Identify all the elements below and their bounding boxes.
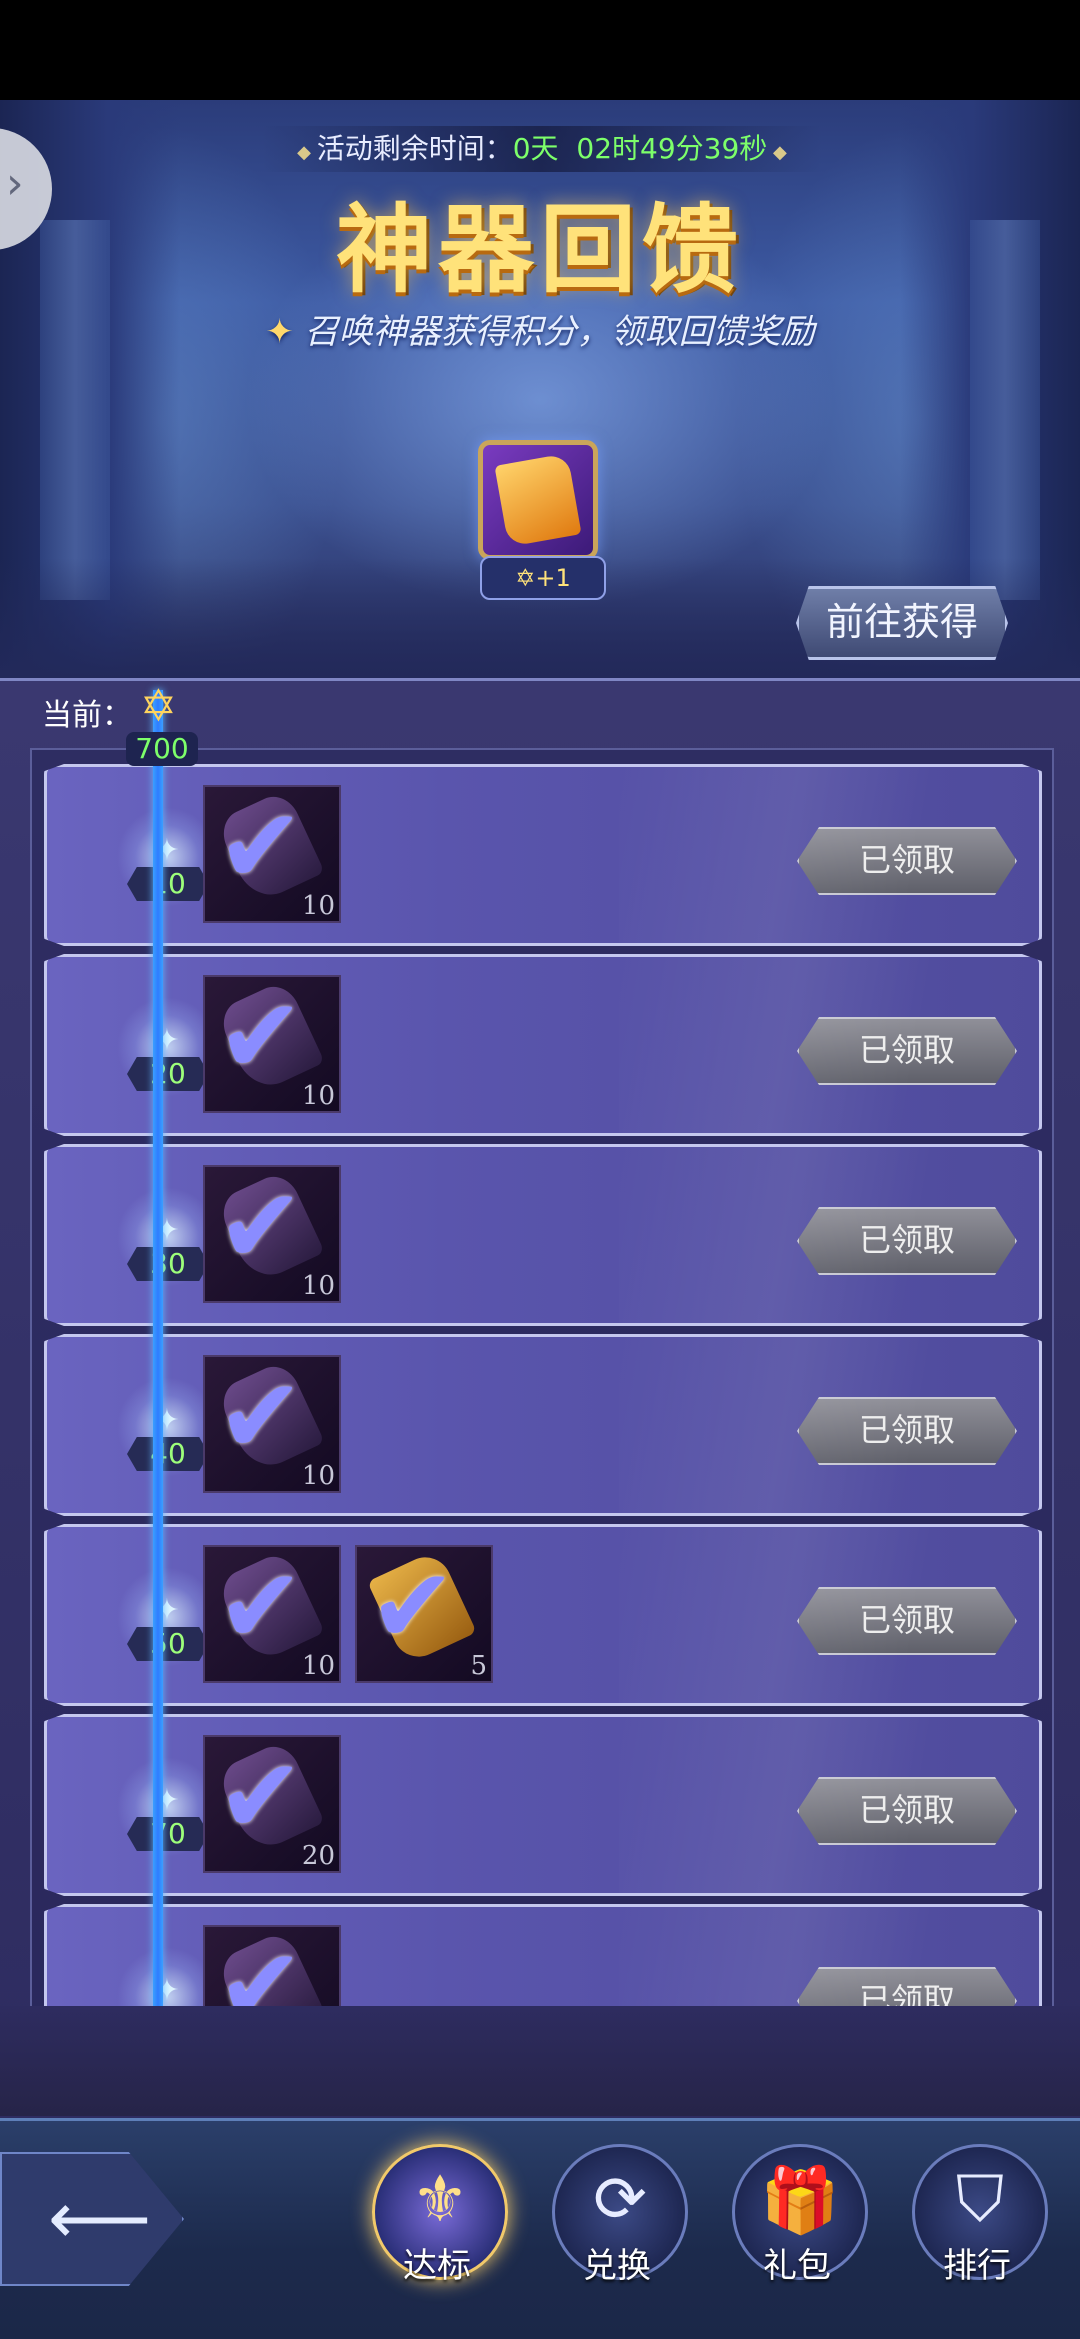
- gem-reward-item[interactable]: ✔ 10: [203, 785, 341, 923]
- gem-reward-item[interactable]: ✔ 10: [203, 1165, 341, 1303]
- item-quantity: 20: [301, 1841, 335, 1871]
- item-quantity: 10: [301, 1651, 335, 1681]
- diamond-right-icon: ◆: [767, 142, 787, 163]
- item-quantity: 10: [301, 1461, 335, 1491]
- exchange-icon: ⟳: [593, 2163, 647, 2237]
- star-icon: ✡: [515, 564, 536, 592]
- reward-tier-row: ✦ ✔ 已领取: [44, 1904, 1042, 2010]
- rank-badge-icon: ⛉: [956, 2163, 1004, 2237]
- bottom-decoration: [0, 2006, 1080, 2116]
- tier-points: 40: [127, 1437, 209, 1471]
- claimed-button[interactable]: 已领取: [797, 1587, 1017, 1655]
- current-points-value: 700: [126, 732, 198, 766]
- claimed-button[interactable]: 已领取: [797, 1207, 1017, 1275]
- claimed-button[interactable]: 已领取: [797, 1017, 1017, 1085]
- tier-points: 30: [127, 1247, 209, 1281]
- reward-list[interactable]: ✦ 10 ✔ 10 已领取 ✦ 20 ✔ 10 已领取 ✦ 30 ✔ 10 已领取 ✦ 40 ✔ 10 已领取 ✦ 50 ✔…: [30, 748, 1054, 2010]
- checkmark-icon: ✔: [217, 785, 305, 907]
- item-quantity: 10: [301, 891, 335, 921]
- checkmark-icon: ✔: [217, 1545, 305, 1667]
- claimed-button[interactable]: 已领取: [797, 1397, 1017, 1465]
- tab-label: 兑换: [583, 2246, 651, 2286]
- tier-points: 20: [127, 1057, 209, 1091]
- event-subtitle-text: 召唤神器获得积分，领取回馈奖励: [304, 312, 815, 352]
- wings-emblem-icon: ⚜: [411, 2163, 469, 2237]
- gift-icon: 🎁: [760, 2164, 840, 2238]
- reward-tier-row: ✦ 10 ✔ 10 已领取: [44, 764, 1042, 946]
- progress-rail: [153, 690, 163, 2006]
- checkmark-icon: ✔: [217, 1355, 305, 1477]
- reward-tier-row: ✦ 40 ✔ 10 已领取: [44, 1334, 1042, 1516]
- reward-tier-row: ✦ 50 ✔ 10 ✔ 5 已领取: [44, 1524, 1042, 1706]
- event-title: 神器回馈: [336, 194, 744, 306]
- reward-tier-row: ✦ 30 ✔ 10 已领取: [44, 1144, 1042, 1326]
- checkmark-icon: ✔: [217, 975, 305, 1097]
- arrow-left-icon: ⟵: [48, 2176, 152, 2260]
- gem-reward-item[interactable]: ✔ 20: [203, 1735, 341, 1873]
- tab-label: 排行: [943, 2246, 1011, 2286]
- checkmark-icon: ✔: [369, 1545, 457, 1667]
- checkmark-icon: ✔: [217, 1735, 305, 1857]
- checkmark-icon: ✔: [217, 1165, 305, 1287]
- claimed-button[interactable]: 已领取: [797, 1777, 1017, 1845]
- item-quantity: 10: [301, 1271, 335, 1301]
- gem-reward-item[interactable]: ✔ 10: [203, 1545, 341, 1683]
- event-timer: ◆ 活动剩余时间：0天 02时49分39秒 ◆: [262, 126, 822, 172]
- reward-tier-row: ✦ 20 ✔ 10 已领取: [44, 954, 1042, 1136]
- gem-reward-item[interactable]: ✔ 10: [203, 975, 341, 1113]
- summon-scroll-item[interactable]: [478, 440, 598, 560]
- star-icon: ✡: [140, 681, 177, 732]
- diamond-left-icon: ◆: [297, 142, 317, 163]
- claimed-button[interactable]: 已领取: [797, 827, 1017, 895]
- event-subtitle: ✦ 召唤神器获得积分，领取回馈奖励: [0, 304, 1080, 353]
- timer-time: 02时49分39秒: [576, 132, 768, 165]
- gem-reward-item[interactable]: ✔ 10: [203, 1355, 341, 1493]
- point-reward-badge: ✡+1: [480, 556, 606, 600]
- item-quantity: 5: [470, 1651, 487, 1681]
- point-reward-value: +1: [535, 564, 571, 592]
- current-points-label: 当前：: [42, 698, 132, 733]
- scroll-icon: [494, 453, 582, 547]
- item-quantity: 10: [301, 1081, 335, 1111]
- timer-days: 0天: [512, 132, 559, 165]
- scroll-reward-item[interactable]: ✔ 5: [355, 1545, 493, 1683]
- goto-obtain-button[interactable]: 前往获得: [796, 586, 1008, 660]
- tier-points: 50: [127, 1627, 209, 1661]
- claimed-button[interactable]: 已领取: [797, 1967, 1017, 2008]
- tab-label: 礼包: [763, 2246, 831, 2286]
- gem-reward-item[interactable]: ✔: [203, 1925, 341, 2010]
- checkmark-icon: ✔: [217, 1925, 305, 2010]
- reward-tier-row: ✦ 70 ✔ 20 已领取: [44, 1714, 1042, 1896]
- status-bar-area: [0, 0, 1080, 100]
- tier-points: 70: [127, 1817, 209, 1851]
- timer-label: 活动剩余时间：: [316, 132, 513, 165]
- tab-label: 达标: [403, 2246, 471, 2286]
- tier-points: 10: [127, 867, 209, 901]
- sparkle-icon: ✦: [265, 312, 305, 352]
